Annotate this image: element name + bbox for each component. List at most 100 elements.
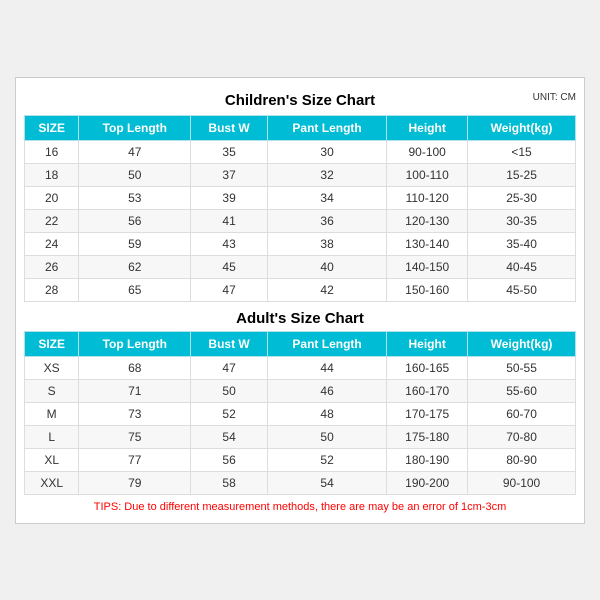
table-cell: 25-30: [468, 186, 576, 209]
table-cell: 170-175: [387, 402, 468, 425]
table-cell: XL: [25, 448, 79, 471]
table-cell: 47: [191, 356, 268, 379]
table-cell: 35: [191, 140, 268, 163]
table-cell: 47: [79, 140, 191, 163]
table-cell: 70-80: [468, 425, 576, 448]
table-cell: 55-60: [468, 379, 576, 402]
table-row: 26624540140-15040-45: [25, 255, 576, 278]
children-title: Children's Size Chart UNIT: CM: [24, 86, 576, 115]
table-cell: 180-190: [387, 448, 468, 471]
table-cell: 40-45: [468, 255, 576, 278]
table-cell: 160-170: [387, 379, 468, 402]
table-cell: 60-70: [468, 402, 576, 425]
table-cell: 35-40: [468, 232, 576, 255]
table-cell: 160-165: [387, 356, 468, 379]
table-cell: 36: [267, 209, 386, 232]
table-cell: XS: [25, 356, 79, 379]
adult-col-height: Height: [387, 331, 468, 356]
table-cell: <15: [468, 140, 576, 163]
table-cell: 100-110: [387, 163, 468, 186]
table-cell: 38: [267, 232, 386, 255]
table-cell: 39: [191, 186, 268, 209]
table-cell: 190-200: [387, 471, 468, 494]
table-row: XL775652180-19080-90: [25, 448, 576, 471]
chart-container: Children's Size Chart UNIT: CM SIZE Top …: [15, 77, 585, 524]
children-table: SIZE Top Length Bust W Pant Length Heigh…: [24, 115, 576, 302]
table-cell: 77: [79, 448, 191, 471]
table-cell: 52: [267, 448, 386, 471]
table-cell: 150-160: [387, 278, 468, 301]
table-cell: 40: [267, 255, 386, 278]
table-cell: 120-130: [387, 209, 468, 232]
adult-table: SIZE Top Length Bust W Pant Length Heigh…: [24, 331, 576, 495]
table-cell: 32: [267, 163, 386, 186]
children-header-row: SIZE Top Length Bust W Pant Length Heigh…: [25, 115, 576, 140]
table-cell: S: [25, 379, 79, 402]
table-cell: 37: [191, 163, 268, 186]
table-cell: 47: [191, 278, 268, 301]
adult-col-weight: Weight(kg): [468, 331, 576, 356]
table-row: XS684744160-16550-55: [25, 356, 576, 379]
tips-text: TIPS: Due to different measurement metho…: [24, 495, 576, 515]
table-cell: 56: [79, 209, 191, 232]
table-cell: 59: [79, 232, 191, 255]
table-cell: 50: [267, 425, 386, 448]
table-row: M735248170-17560-70: [25, 402, 576, 425]
col-height: Height: [387, 115, 468, 140]
table-cell: 45: [191, 255, 268, 278]
col-pant-length: Pant Length: [267, 115, 386, 140]
table-cell: 43: [191, 232, 268, 255]
table-cell: 79: [79, 471, 191, 494]
table-cell: 20: [25, 186, 79, 209]
table-cell: 65: [79, 278, 191, 301]
table-row: 28654742150-16045-50: [25, 278, 576, 301]
table-cell: 48: [267, 402, 386, 425]
table-cell: 90-100: [387, 140, 468, 163]
table-cell: 34: [267, 186, 386, 209]
table-row: L755450175-18070-80: [25, 425, 576, 448]
table-cell: 30-35: [468, 209, 576, 232]
table-row: 22564136120-13030-35: [25, 209, 576, 232]
col-size: SIZE: [25, 115, 79, 140]
table-cell: 50: [79, 163, 191, 186]
table-cell: 26: [25, 255, 79, 278]
table-cell: 54: [267, 471, 386, 494]
table-row: 1647353090-100<15: [25, 140, 576, 163]
table-cell: 30: [267, 140, 386, 163]
table-cell: 41: [191, 209, 268, 232]
table-cell: 46: [267, 379, 386, 402]
table-cell: 56: [191, 448, 268, 471]
table-cell: 175-180: [387, 425, 468, 448]
table-cell: 22: [25, 209, 79, 232]
table-cell: 71: [79, 379, 191, 402]
table-row: 18503732100-11015-25: [25, 163, 576, 186]
table-cell: 75: [79, 425, 191, 448]
col-top-length: Top Length: [79, 115, 191, 140]
table-cell: 52: [191, 402, 268, 425]
table-cell: 54: [191, 425, 268, 448]
unit-label: UNIT: CM: [533, 92, 576, 103]
table-cell: 45-50: [468, 278, 576, 301]
adult-header-row: SIZE Top Length Bust W Pant Length Heigh…: [25, 331, 576, 356]
table-cell: M: [25, 402, 79, 425]
col-weight: Weight(kg): [468, 115, 576, 140]
col-bust-w: Bust W: [191, 115, 268, 140]
table-cell: 62: [79, 255, 191, 278]
table-row: S715046160-17055-60: [25, 379, 576, 402]
table-cell: 15-25: [468, 163, 576, 186]
table-cell: 90-100: [468, 471, 576, 494]
adult-title: Adult's Size Chart: [24, 302, 576, 331]
table-cell: 73: [79, 402, 191, 425]
table-cell: 53: [79, 186, 191, 209]
adult-col-pant-length: Pant Length: [267, 331, 386, 356]
adult-col-size: SIZE: [25, 331, 79, 356]
table-row: XXL795854190-20090-100: [25, 471, 576, 494]
table-cell: 50-55: [468, 356, 576, 379]
table-cell: 110-120: [387, 186, 468, 209]
table-cell: 140-150: [387, 255, 468, 278]
table-cell: 28: [25, 278, 79, 301]
table-cell: 58: [191, 471, 268, 494]
table-cell: 44: [267, 356, 386, 379]
table-cell: L: [25, 425, 79, 448]
table-cell: 18: [25, 163, 79, 186]
